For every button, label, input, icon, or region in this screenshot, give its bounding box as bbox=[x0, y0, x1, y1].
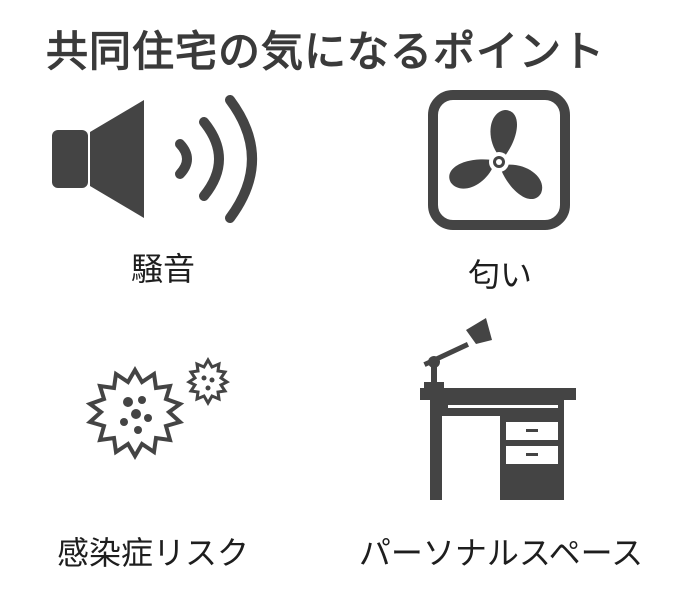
smell-label: 匂い bbox=[467, 256, 532, 294]
fan-icon bbox=[428, 90, 570, 230]
infection-risk-label: 感染症リスク bbox=[56, 534, 249, 572]
page-title: 共同住宅の気になるポイント bbox=[46, 27, 606, 76]
noise-label: 騒音 bbox=[130, 250, 195, 288]
speaker-icon bbox=[52, 95, 257, 223]
virus-icon bbox=[85, 356, 230, 460]
personal-space-label: パーソナルスペース bbox=[358, 534, 644, 572]
desk-lamp-icon bbox=[420, 318, 576, 500]
